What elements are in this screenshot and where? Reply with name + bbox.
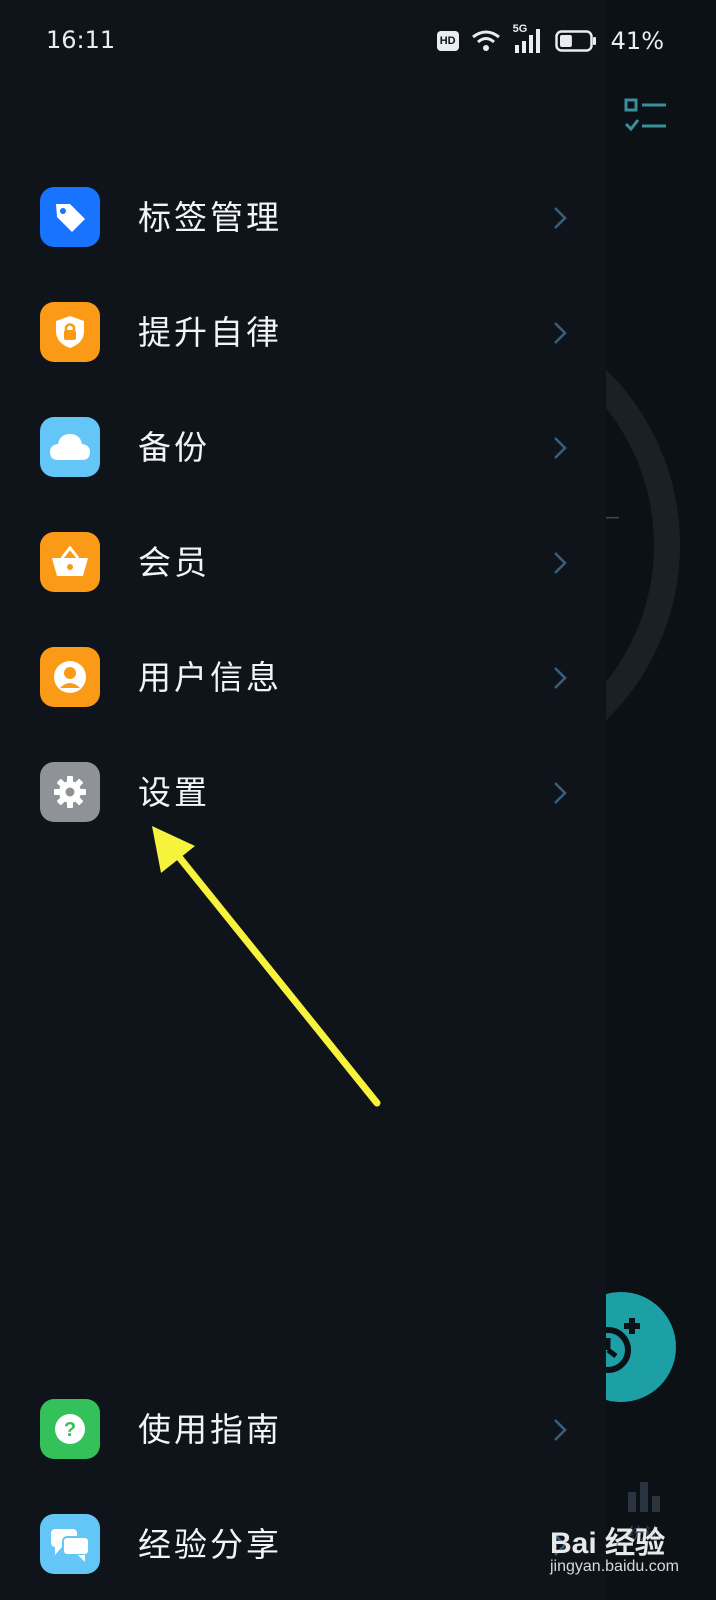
menu-item-share[interactable]: 经验分享 <box>0 1495 606 1595</box>
chevron-right-icon <box>554 322 567 344</box>
task-list-icon[interactable] <box>624 96 668 136</box>
basket-icon <box>40 532 100 592</box>
battery-icon <box>554 30 596 52</box>
menu-item-tag-management[interactable]: 标签管理 <box>0 168 606 268</box>
menu-item-guide[interactable]: ? 使用指南 <box>0 1380 606 1480</box>
help-icon: ? <box>40 1399 100 1459</box>
chevron-right-icon <box>554 437 567 459</box>
watermark-brand: Bai 经验 <box>550 1527 666 1560</box>
menu-item-user-info[interactable]: 用户信息 <box>0 628 606 728</box>
wifi-icon <box>471 30 500 51</box>
menu-item-label: 会员 <box>138 543 210 582</box>
battery-percent: 41% <box>610 27 664 55</box>
shield-lock-icon <box>40 302 100 362</box>
stats-icon[interactable] <box>626 1478 662 1514</box>
menu-item-membership[interactable]: 会员 <box>0 513 606 613</box>
baidu-watermark: Bai 经验 jingyan.baidu.com <box>550 1518 679 1575</box>
status-bar: 16:11 HD 5G 41% <box>0 0 716 84</box>
chevron-right-icon <box>554 667 567 689</box>
menu-item-label: 使用指南 <box>138 1410 282 1449</box>
svg-text:?: ? <box>64 1419 76 1441</box>
chevron-right-icon <box>554 782 567 804</box>
menu-item-settings[interactable]: 设置 <box>0 743 606 843</box>
cellular-signal-icon: 5G <box>513 23 543 55</box>
tag-icon <box>40 187 100 247</box>
chat-icon <box>40 1514 100 1574</box>
status-icons: HD 5G 41% <box>436 23 664 56</box>
cloud-icon <box>40 417 100 477</box>
menu-item-label: 经验分享 <box>138 1525 282 1564</box>
gear-icon <box>40 762 100 822</box>
menu-item-backup[interactable]: 备份 <box>0 398 606 498</box>
chevron-right-icon <box>554 1419 567 1441</box>
menu-item-self-discipline[interactable]: 提升自律 <box>0 283 606 383</box>
chevron-right-icon <box>554 552 567 574</box>
menu-item-label: 提升自律 <box>138 313 282 352</box>
menu-item-label: 用户信息 <box>138 658 282 697</box>
menu-item-label: 标签管理 <box>138 198 282 237</box>
menu-item-label: 备份 <box>138 428 210 467</box>
hd-badge: HD <box>436 31 459 51</box>
watermark-url: jingyan.baidu.com <box>550 1558 679 1575</box>
chevron-right-icon <box>554 207 567 229</box>
status-time: 16:11 <box>46 26 116 54</box>
user-icon <box>40 647 100 707</box>
phone-screen: — 统计 16:11 HD 5G 41% 标签管理 提升自律 备份 会员 用户信… <box>0 0 716 1600</box>
menu-item-label: 设置 <box>138 773 210 812</box>
